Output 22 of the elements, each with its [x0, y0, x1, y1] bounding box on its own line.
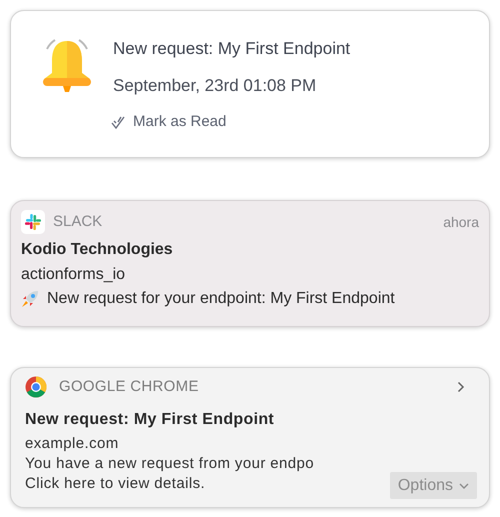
notification-title: Kodio Technologies: [21, 240, 174, 260]
notification-time: September, 23rd 01:08 PM: [113, 75, 318, 97]
notification-time: ahora: [443, 212, 479, 232]
notification-subtitle: actionforms_io: [21, 265, 126, 285]
notification-site: example.com: [25, 434, 120, 454]
notification-title: New request: My First Endpoint: [25, 410, 276, 430]
rocket-icon: [21, 290, 39, 308]
notification-message: New request for your endpoint: My First Endpoint: [47, 289, 395, 309]
caret-icon: [459, 482, 469, 488]
app-name: SLACK: [53, 212, 102, 232]
notification-title: New request: My First Endpoint: [113, 38, 350, 60]
app-logo-icon: [21, 210, 45, 234]
chrome-notification-card[interactable]: GOOGLE CHROME New request: My First Endpoint example.com You have a new request from your endpo Click here to view details. Options: [10, 367, 490, 508]
notification-message-line: Click here to view details.: [25, 474, 206, 494]
chevron-right-icon[interactable]: [457, 381, 465, 394]
bell-icon: [41, 37, 93, 93]
slack-notification-card[interactable]: SLACK ahora Kodio Technologies actionforms_io New request for your endpoint: My First Endpoint: [10, 200, 490, 327]
notification-message-line: You have a new request from your endpo: [25, 454, 314, 474]
double-check-icon: [111, 114, 127, 130]
app-logo-icon: [25, 376, 47, 398]
mark-as-read-button[interactable]: Mark as Read: [111, 112, 350, 132]
app-name: GOOGLE CHROME: [59, 377, 199, 397]
